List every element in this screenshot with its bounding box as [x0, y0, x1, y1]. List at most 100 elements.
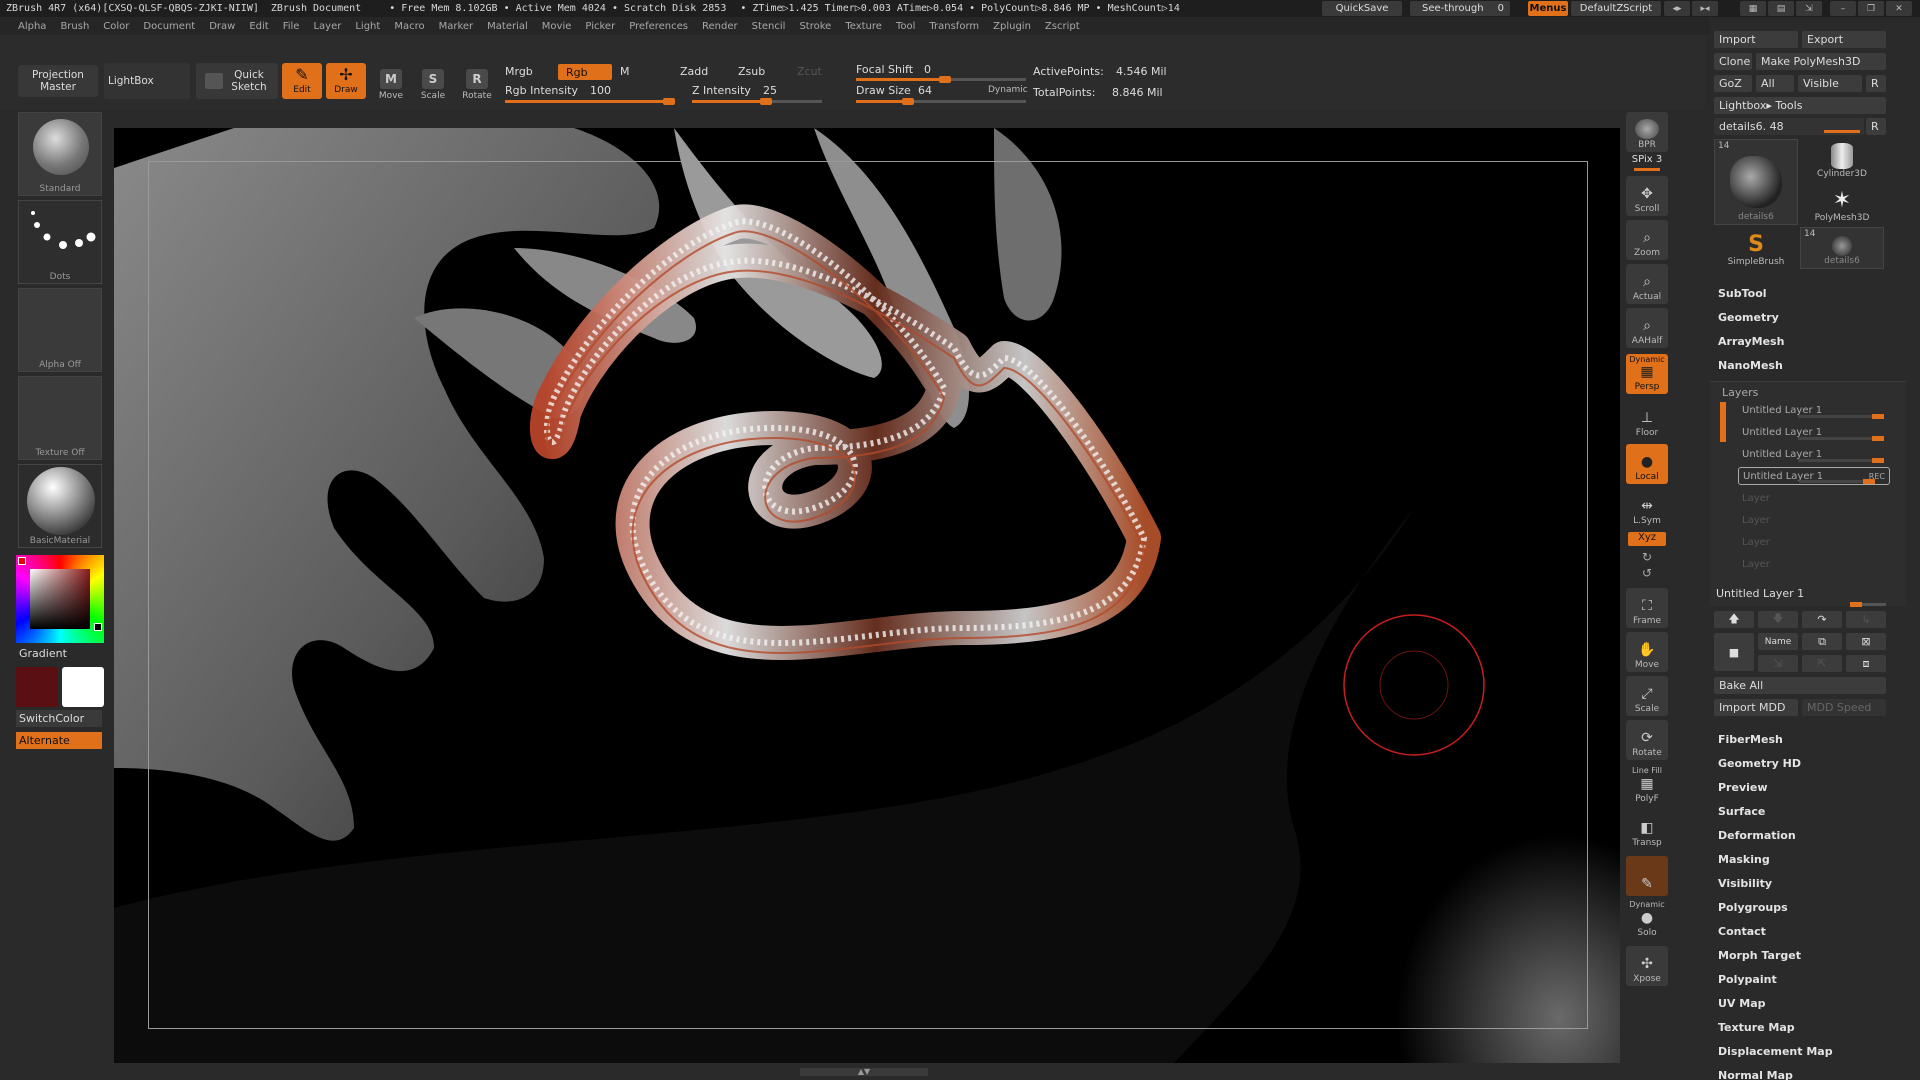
contact-section[interactable]: Contact [1718, 925, 1766, 938]
masking-section[interactable]: Masking [1718, 853, 1770, 866]
layer-name-button[interactable]: Name [1758, 633, 1798, 650]
local-button[interactable]: ● Local [1626, 444, 1668, 484]
layer-row[interactable]: Untitled Layer 1 [1738, 401, 1890, 419]
texture-thumbnail[interactable]: Texture Off [18, 376, 102, 460]
rgb-intensity-slider[interactable] [505, 98, 675, 105]
menu-light[interactable]: Light [355, 21, 380, 32]
m-button[interactable]: M [620, 65, 630, 78]
preview-section[interactable]: Preview [1718, 781, 1768, 794]
menu-brush[interactable]: Brush [60, 21, 89, 32]
brush-thumbnail[interactable]: Standard [18, 112, 102, 196]
menu-document[interactable]: Document [143, 21, 195, 32]
rotate-view-button[interactable]: ⟳ Rotate [1626, 720, 1668, 760]
layer-up-icon[interactable]: 🡅 [1714, 611, 1754, 628]
displacement-map-section[interactable]: Displacement Map [1718, 1045, 1833, 1058]
menu-texture[interactable]: Texture [845, 21, 882, 32]
make-polymesh-button[interactable]: Make PolyMesh3D [1756, 53, 1886, 70]
default-zscript-button[interactable]: DefaultZScript [1571, 1, 1661, 16]
xpose-button[interactable]: ✣ Xpose [1626, 946, 1668, 986]
gradient-label[interactable]: Gradient [16, 645, 102, 662]
geometry-section[interactable]: Geometry [1718, 311, 1779, 324]
scale-button[interactable]: S Scale [414, 61, 452, 101]
menu-stencil[interactable]: Stencil [752, 21, 786, 32]
rgb-button[interactable]: Rgb [558, 64, 612, 80]
mrgb-button[interactable]: Mrgb [505, 65, 533, 78]
tool-thumb-simplebrush[interactable]: S SimpleBrush [1714, 227, 1798, 269]
layer-delete-icon[interactable]: ⊠ [1846, 633, 1886, 650]
goz-button[interactable]: GoZ [1714, 75, 1752, 92]
ui-layout-icon[interactable]: ▤ [1768, 1, 1794, 16]
menu-marker[interactable]: Marker [439, 21, 474, 32]
menu-preferences[interactable]: Preferences [629, 21, 688, 32]
menu-layer[interactable]: Layer [313, 21, 341, 32]
subtool-section[interactable]: SubTool [1718, 287, 1767, 300]
transp-button[interactable]: ◧ Transp [1626, 810, 1668, 850]
morph-target-section[interactable]: Morph Target [1718, 949, 1801, 962]
goz-all-button[interactable]: All [1756, 75, 1794, 92]
canvas-viewport[interactable] [114, 128, 1620, 1063]
layer-row[interactable]: Untitled Layer 1 [1738, 423, 1890, 441]
layer-new-icon[interactable]: ■ [1714, 633, 1754, 671]
layer-undo-icon[interactable]: ↳ [1846, 611, 1886, 628]
menu-material[interactable]: Material [487, 21, 528, 32]
alpha-thumbnail[interactable]: Alpha Off [18, 288, 102, 372]
persp-button[interactable]: Dynamic ▦ Persp [1626, 354, 1668, 394]
goz-r-button[interactable]: R [1866, 75, 1886, 92]
actual-button[interactable]: ⌕ Actual [1626, 264, 1668, 304]
zcut-button[interactable]: Zcut [797, 65, 822, 78]
store-icon[interactable]: ⇲ [1796, 1, 1822, 16]
frame-button[interactable]: ⛶ Frame [1626, 588, 1668, 628]
collapse-left-icon[interactable]: ◂▸ [1664, 1, 1690, 16]
menu-movie[interactable]: Movie [542, 21, 572, 32]
layer-down-icon[interactable]: 🡇 [1758, 611, 1798, 628]
bottom-tray-toggle-icon[interactable]: ▲▼ [800, 1068, 928, 1076]
quicksave-button[interactable]: QuickSave [1322, 1, 1402, 16]
layers-scrollbar[interactable] [1720, 402, 1726, 442]
surface-section[interactable]: Surface [1718, 805, 1765, 818]
menu-picker[interactable]: Picker [585, 21, 615, 32]
see-through-slider[interactable]: See-through 0 [1410, 1, 1510, 16]
bpr-button[interactable]: BPR [1626, 112, 1668, 152]
menu-zscript[interactable]: Zscript [1045, 21, 1080, 32]
layout-icon[interactable]: ▦ [1740, 1, 1766, 16]
draw-button[interactable]: ✢ Draw [326, 63, 366, 99]
polypaint-section[interactable]: Polypaint [1718, 973, 1777, 986]
menu-stroke[interactable]: Stroke [799, 21, 831, 32]
z-intensity-slider[interactable] [692, 98, 822, 105]
texture-map-section[interactable]: Texture Map [1718, 1021, 1795, 1034]
normal-map-section[interactable]: Normal Map [1718, 1069, 1793, 1080]
menu-color[interactable]: Color [103, 21, 129, 32]
focal-shift-slider[interactable] [856, 76, 1026, 83]
tool-thumb-cylinder3d[interactable]: Cylinder3D [1800, 139, 1884, 181]
solo-button[interactable]: Dynamic ● Solo [1626, 900, 1668, 940]
tool-thumb-details6-small[interactable]: 14 details6 [1800, 227, 1884, 269]
spix-slider[interactable]: SPix 3 [1626, 154, 1668, 172]
material-thumbnail[interactable]: BasicMaterial [18, 464, 102, 548]
lightbox-tools-button[interactable]: Lightbox▸ Tools [1714, 97, 1886, 114]
geometry-hd-section[interactable]: Geometry HD [1718, 757, 1801, 770]
minimize-icon[interactable]: – [1830, 1, 1856, 16]
polyf-button[interactable]: Line Fill ▦ PolyF [1626, 766, 1668, 806]
menu-tool[interactable]: Tool [896, 21, 915, 32]
layer-copy-icon[interactable]: ⧈ [1846, 655, 1886, 672]
layer-redo-icon[interactable]: ↷ [1802, 611, 1842, 628]
mdd-speed-slider[interactable]: MDD Speed [1802, 699, 1886, 716]
visibility-section[interactable]: Visibility [1718, 877, 1772, 890]
layer-row[interactable]: Untitled Layer 1 [1738, 445, 1890, 463]
scale-view-button[interactable]: ⤢ Scale [1626, 676, 1668, 716]
import-mdd-button[interactable]: Import MDD [1714, 699, 1798, 716]
fibermesh-section[interactable]: FiberMesh [1718, 733, 1783, 746]
lsym-button[interactable]: ⇹ L.Sym [1626, 488, 1668, 528]
color-picker[interactable] [16, 555, 104, 643]
layers-title[interactable]: Layers [1722, 386, 1758, 399]
tool-thumb-details6-large[interactable]: 14 details6 [1714, 139, 1798, 225]
rotate-button[interactable]: R Rotate [458, 61, 496, 101]
menu-render[interactable]: Render [702, 21, 738, 32]
current-layer-slider[interactable] [1850, 602, 1886, 607]
edit-button[interactable]: ✎ Edit [282, 63, 322, 99]
layer-merge-down-icon[interactable]: ⇲ [1758, 655, 1798, 672]
layer-split-icon[interactable]: ⇱ [1802, 655, 1842, 672]
goz-visible-button[interactable]: Visible [1798, 75, 1862, 92]
rotate-z-icon[interactable]: ↺ [1638, 566, 1656, 580]
menu-edit[interactable]: Edit [249, 21, 268, 32]
